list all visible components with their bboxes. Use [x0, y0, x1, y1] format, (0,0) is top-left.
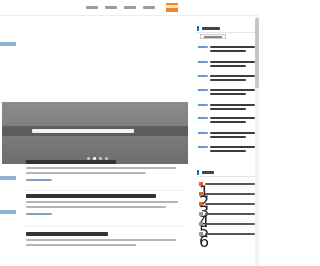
nav-item-5-active[interactable] — [166, 3, 178, 12]
article-summary-line — [26, 206, 166, 208]
rank-badge: 2 — [199, 192, 210, 211]
hero-carousel[interactable] — [2, 102, 188, 164]
divider — [26, 190, 186, 191]
article-title[interactable] — [26, 160, 116, 164]
hot-item[interactable]: 1 — [199, 182, 257, 201]
side-tag[interactable] — [0, 42, 16, 46]
rank-badge: 4 — [199, 212, 210, 231]
nav-item-3[interactable] — [124, 4, 136, 12]
article-summary-line — [26, 172, 146, 174]
hot-item[interactable]: 3 — [199, 202, 257, 221]
hot-item[interactable]: 5 — [199, 222, 257, 241]
rank-badge: 3 — [199, 202, 210, 221]
article-item[interactable] — [26, 160, 186, 181]
side-tag[interactable] — [0, 210, 16, 214]
article-date — [26, 213, 52, 215]
vertical-scrollbar[interactable] — [255, 16, 259, 266]
section-title — [202, 171, 214, 174]
hot-item[interactable]: 2 — [199, 192, 257, 211]
section-marker — [197, 26, 199, 31]
section-title — [202, 27, 220, 30]
nav-item-1[interactable] — [86, 4, 98, 12]
nav-item-4[interactable] — [143, 4, 155, 12]
hot-item[interactable]: 4 — [199, 212, 257, 231]
article-title[interactable] — [26, 194, 156, 198]
article-summary — [26, 167, 176, 169]
article-summary-line — [26, 244, 136, 246]
article-summary — [26, 201, 178, 203]
divider — [26, 226, 186, 227]
right-sidebar: 1 2 3 4 5 6 — [197, 16, 259, 266]
hero-caption[interactable] — [32, 129, 134, 133]
subscribe-button[interactable] — [200, 34, 226, 39]
article-item[interactable] — [26, 194, 186, 215]
side-tag[interactable] — [0, 176, 16, 180]
nav-item-2[interactable] — [105, 4, 117, 12]
article-item[interactable] — [26, 232, 186, 246]
hero-caption-band — [2, 126, 188, 136]
article-summary — [26, 239, 176, 241]
section-marker — [197, 170, 199, 175]
main-column — [0, 16, 188, 266]
hot-item[interactable]: 6 — [199, 232, 257, 251]
scrollbar-thumb[interactable] — [255, 18, 259, 88]
top-nav — [0, 0, 259, 16]
article-title[interactable] — [26, 232, 108, 236]
rank-badge: 1 — [199, 182, 210, 201]
rank-badge: 5 — [199, 222, 210, 241]
news-section-header — [197, 24, 259, 33]
article-date — [26, 179, 52, 181]
subscribe-label — [204, 36, 222, 38]
hot-section-header — [197, 168, 259, 177]
rank-badge: 6 — [199, 232, 210, 251]
